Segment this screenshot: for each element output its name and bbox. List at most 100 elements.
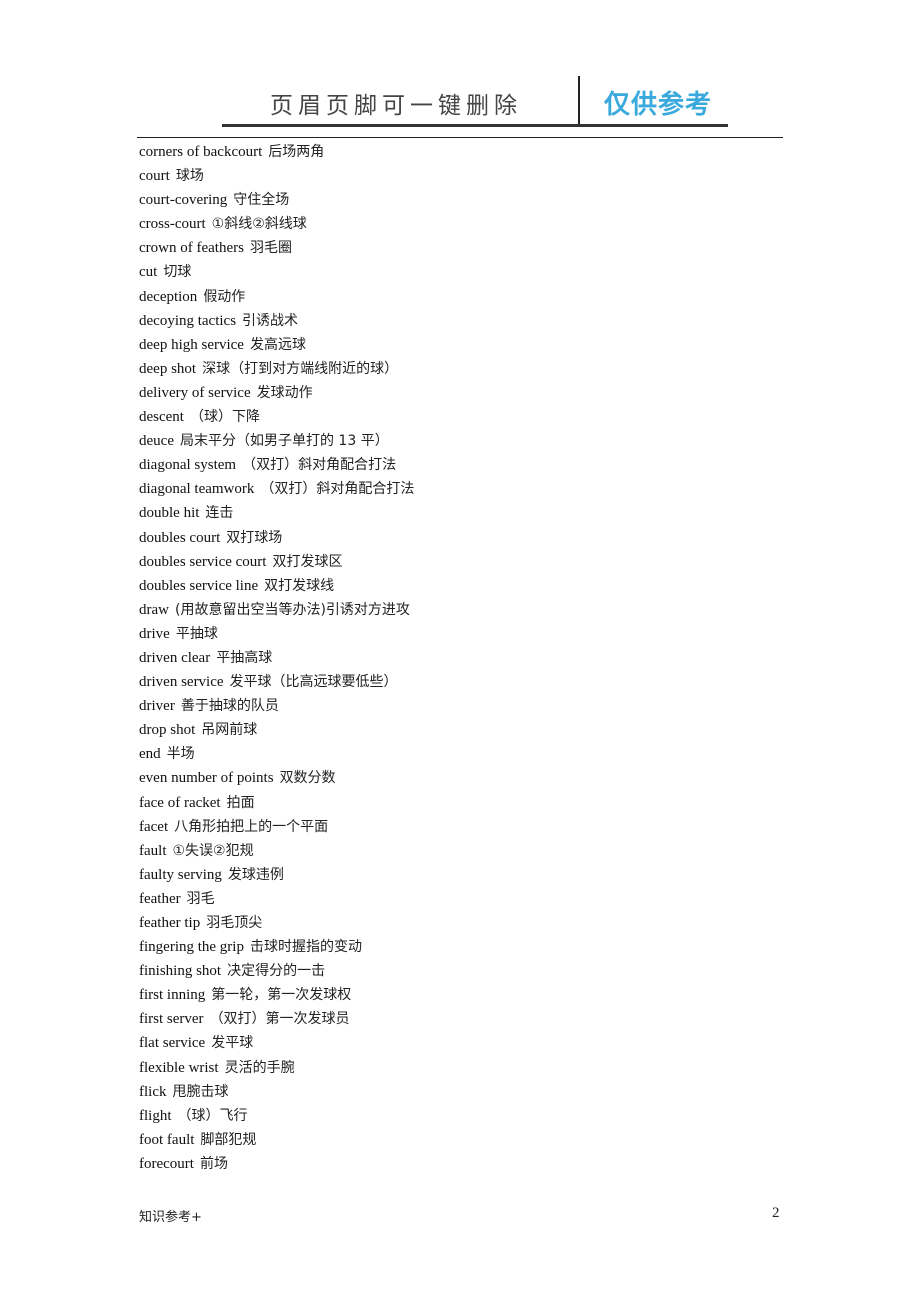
header-divider: [578, 76, 580, 126]
glossary-term: doubles service line: [139, 577, 259, 594]
glossary-term: court: [139, 168, 170, 185]
glossary-definition: 连击: [205, 505, 234, 522]
header-banner: 页眉页脚可一键删除 仅供参考: [222, 76, 728, 128]
glossary-term: driver: [139, 698, 175, 715]
glossary-entry: foot fault 脚部犯规: [139, 1130, 414, 1154]
glossary-term: drive: [139, 625, 170, 642]
glossary-entry: first server （双打）第一次发球员: [139, 1009, 414, 1033]
glossary-definition: 拍面: [226, 794, 255, 811]
header-left-text: 页眉页脚可一键删除: [270, 93, 522, 119]
glossary-entry: court 球场: [139, 166, 414, 190]
glossary-entry: double hit 连击: [139, 503, 414, 527]
glossary-definition: 击球时握指的变动: [249, 939, 362, 956]
glossary-term: diagonal teamwork: [139, 481, 255, 498]
glossary-entry: doubles service line 双打发球线: [139, 576, 414, 600]
glossary-entry: flick 甩腕击球: [139, 1082, 414, 1106]
glossary-definition: 局末平分（如男子单打的 13 平）: [179, 433, 389, 450]
glossary-entry: facet 八角形拍把上的一个平面: [139, 817, 414, 841]
glossary-term: diagonal system: [139, 457, 237, 474]
glossary-entry: flat service 发平球: [139, 1033, 414, 1057]
glossary-term: cut: [139, 264, 158, 281]
glossary-definition: 发平球: [211, 1035, 254, 1052]
glossary-entry: delivery of service 发球动作: [139, 383, 414, 407]
glossary-term: court-covering: [139, 192, 228, 209]
glossary-definition: 脚部犯规: [200, 1131, 257, 1148]
glossary-definition: 羽毛顶尖: [206, 915, 263, 931]
page-number: 2: [772, 1205, 780, 1221]
glossary-entry: feather 羽毛: [139, 889, 414, 913]
glossary-term: deep high service: [139, 336, 244, 353]
glossary-term: flat service: [139, 1035, 206, 1052]
glossary-entry: flexible wrist 灵活的手腕: [139, 1058, 414, 1082]
glossary-entry: faulty serving 发球违例: [139, 865, 414, 889]
glossary-entry: forecourt 前场: [139, 1154, 414, 1178]
glossary-definition: （双打）斜对角配合打法: [242, 457, 397, 474]
glossary-term: fault: [139, 842, 167, 859]
glossary-term: decoying tactics: [139, 312, 237, 329]
glossary-term: end: [139, 746, 161, 763]
glossary-term: feather tip: [139, 915, 201, 931]
glossary-term: even number of points: [139, 770, 274, 787]
glossary-list: corners of backcourt 后场两角 court 球场 court-cov…: [139, 142, 414, 1178]
page-header-rule: [137, 137, 783, 138]
header-underline: [222, 124, 728, 127]
glossary-definition: 半场: [166, 746, 195, 763]
glossary-definition: 决定得分的一击: [227, 963, 326, 980]
glossary-definition: 前场: [199, 1155, 228, 1172]
glossary-term: doubles service court: [139, 553, 267, 570]
glossary-term: driven clear: [139, 649, 211, 666]
glossary-entry: feather tip 羽毛顶尖: [139, 913, 414, 937]
glossary-term: corners of backcourt: [139, 144, 263, 160]
glossary-entry: deception 假动作: [139, 287, 414, 311]
glossary-entry: face of racket 拍面: [139, 793, 414, 817]
glossary-term: descent: [139, 409, 184, 426]
glossary-definition: 发平球（比高远球要低些）: [229, 674, 398, 691]
glossary-definition: （双打）斜对角配合打法: [260, 481, 415, 498]
glossary-entry: driver 善于抽球的队员: [139, 696, 414, 720]
glossary-term: facet: [139, 818, 169, 835]
glossary-entry: even number of points 双数分数: [139, 768, 414, 792]
glossary-term: drop shot: [139, 722, 196, 739]
glossary-entry: doubles court 双打球场: [139, 528, 414, 552]
glossary-term: finishing shot: [139, 963, 222, 980]
glossary-term: cross-court: [139, 216, 206, 233]
glossary-term: doubles court: [139, 529, 221, 546]
glossary-term: deep shot: [139, 360, 197, 377]
glossary-definition: (用故意留出空当等办法)引诱对方进攻: [175, 601, 410, 618]
glossary-definition: 发高远球: [249, 336, 306, 353]
glossary-definition: ①失误②犯规: [172, 842, 254, 859]
glossary-definition: 发球违例: [227, 866, 284, 883]
glossary-entry: drop shot 吊网前球: [139, 720, 414, 744]
glossary-definition: 双打球场: [226, 529, 283, 546]
glossary-term: deuce: [139, 433, 174, 450]
glossary-definition: 双打发球区: [272, 553, 343, 570]
glossary-term: first server: [139, 1011, 204, 1028]
glossary-term: driven service: [139, 674, 224, 691]
glossary-entry: driven service 发平球（比高远球要低些）: [139, 672, 414, 696]
glossary-definition: 双打发球线: [264, 577, 335, 594]
glossary-entry: first inning 第一轮，第一次发球权: [139, 985, 414, 1009]
glossary-entry: end 半场: [139, 744, 414, 768]
glossary-term: foot fault: [139, 1131, 195, 1148]
glossary-entry: decoying tactics 引诱战术: [139, 311, 414, 335]
glossary-entry: crown of feathers 羽毛圈: [139, 238, 414, 262]
glossary-term: delivery of service: [139, 384, 251, 401]
glossary-term: crown of feathers: [139, 240, 244, 257]
glossary-term: faulty serving: [139, 866, 222, 883]
glossary-term: double hit: [139, 505, 200, 522]
glossary-definition: 发球动作: [256, 384, 313, 401]
glossary-entry: cross-court ①斜线②斜线球: [139, 214, 414, 238]
glossary-definition: 守住全场: [233, 192, 290, 209]
footer-left-text: 知识参考+: [139, 1210, 202, 1225]
glossary-term: flick: [139, 1083, 167, 1100]
glossary-definition: 甩腕击球: [172, 1083, 229, 1100]
glossary-term: first inning: [139, 987, 206, 1004]
glossary-definition: 羽毛圈: [249, 240, 292, 257]
glossary-entry: deep shot 深球（打到对方端线附近的球）: [139, 359, 414, 383]
glossary-entry: drive 平抽球: [139, 624, 414, 648]
glossary-entry: descent （球）下降: [139, 407, 414, 431]
glossary-entry: corners of backcourt 后场两角: [139, 142, 414, 166]
glossary-term: fingering the grip: [139, 939, 244, 956]
glossary-entry: deep high service 发高远球: [139, 335, 414, 359]
glossary-entry: deuce 局末平分（如男子单打的 13 平）: [139, 431, 414, 455]
